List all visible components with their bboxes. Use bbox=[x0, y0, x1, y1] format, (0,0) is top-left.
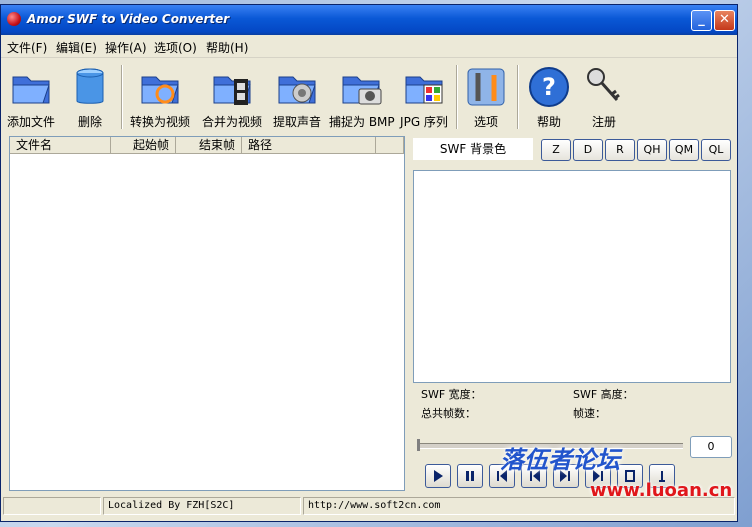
delete-button[interactable]: 删除 bbox=[65, 59, 115, 135]
folder-convert-icon bbox=[141, 76, 179, 104]
frame-counter: 0 bbox=[690, 436, 732, 458]
folder-film-icon bbox=[213, 76, 251, 105]
column-header-start-frame[interactable]: 起始帧 bbox=[111, 137, 176, 154]
options-label: 选项 bbox=[473, 115, 498, 129]
quality-r-button[interactable]: R bbox=[605, 139, 635, 161]
merge-video-label: 合并为视频 bbox=[201, 115, 262, 129]
close-button[interactable]: ✕ bbox=[714, 10, 735, 31]
total-frames-label: 总共帧数： bbox=[421, 407, 476, 420]
key-icon bbox=[587, 68, 620, 101]
merge-video-button[interactable]: 合并为视频 bbox=[199, 59, 265, 135]
capture-bmp-button[interactable]: 捕捉为 BMP bbox=[329, 59, 395, 135]
extract-audio-button[interactable]: 提取声音 bbox=[269, 59, 325, 135]
watermark-url: www.luoan.cn bbox=[590, 480, 733, 501]
quality-qh-button[interactable]: QH bbox=[637, 139, 667, 161]
help-label: 帮助 bbox=[536, 115, 561, 129]
menu-help[interactable]: 帮助(H) bbox=[206, 39, 248, 56]
options-button[interactable]: 选项 bbox=[461, 59, 511, 135]
convert-video-button[interactable]: 转换为视频 bbox=[127, 59, 193, 135]
folder-speaker-icon bbox=[278, 76, 316, 104]
frame-slider-thumb[interactable] bbox=[417, 439, 420, 451]
frame-rate-label: 帧速： bbox=[573, 407, 606, 420]
quality-d-button[interactable]: D bbox=[573, 139, 603, 161]
pause-icon bbox=[466, 471, 474, 481]
watermark-text: 落伍者论坛 bbox=[500, 446, 620, 474]
convert-video-label: 转换为视频 bbox=[129, 115, 190, 129]
folder-camera-icon bbox=[342, 76, 382, 105]
status-localized: Localized By FZH[S2C] bbox=[103, 497, 301, 515]
quality-ql-button[interactable]: QL bbox=[701, 139, 731, 161]
menu-file[interactable]: 文件(F) bbox=[7, 39, 47, 56]
swf-width-label: SWF 宽度： bbox=[421, 388, 482, 401]
swf-bg-color-button[interactable]: SWF 背景色 bbox=[413, 138, 533, 160]
minimize-button[interactable]: _ bbox=[691, 10, 712, 31]
menu-options[interactable]: 选项(O) bbox=[154, 39, 197, 56]
play-button[interactable] bbox=[425, 464, 451, 488]
register-label: 注册 bbox=[591, 115, 616, 129]
toolbar-separator bbox=[517, 65, 519, 129]
menu-bar: 文件(F) 编辑(E) 操作(A) 选项(O) 帮助(H) bbox=[1, 35, 737, 58]
window-title: Amor SWF to Video Converter bbox=[27, 12, 230, 26]
status-panel-empty bbox=[3, 497, 101, 515]
column-header-end-frame[interactable]: 结束帧 bbox=[176, 137, 242, 154]
preview-controls: SWF 背景色 Z D R QH QM QL bbox=[413, 138, 735, 164]
svg-text:?: ? bbox=[542, 73, 556, 101]
jpg-sequence-button[interactable]: JPG 序列 bbox=[397, 59, 451, 135]
column-header-filename[interactable]: 文件名 bbox=[10, 137, 111, 154]
delete-label: 删除 bbox=[77, 115, 102, 129]
tools-icon bbox=[467, 68, 505, 106]
extract-audio-label: 提取声音 bbox=[272, 115, 321, 129]
column-header-path[interactable]: 路径 bbox=[242, 137, 376, 154]
play-icon bbox=[434, 470, 443, 482]
add-file-label: 添加文件 bbox=[6, 115, 55, 129]
swf-height-label: SWF 高度： bbox=[573, 388, 634, 401]
help-question-icon: ? bbox=[529, 67, 569, 107]
pause-button[interactable] bbox=[457, 464, 483, 488]
add-file-button[interactable]: 添加文件 bbox=[3, 59, 59, 135]
capture-bmp-label: 捕捉为 BMP bbox=[329, 115, 395, 129]
app-window: Amor SWF to Video Converter _ ✕ 文件(F) 编辑… bbox=[0, 4, 738, 522]
file-list[interactable]: 文件名 起始帧 结束帧 路径 bbox=[9, 136, 405, 491]
toolbar-separator bbox=[121, 65, 123, 129]
jpg-sequence-label: JPG 序列 bbox=[400, 115, 448, 129]
folder-open-icon bbox=[12, 76, 50, 104]
column-header-empty bbox=[376, 137, 404, 154]
folder-image-grid-icon bbox=[405, 76, 443, 104]
title-bar[interactable]: Amor SWF to Video Converter _ ✕ bbox=[1, 5, 737, 35]
toolbar: 添加文件 删除 转换为视频 合并为视频 提取声音 捕捉为 BMP JPG 序列 … bbox=[1, 59, 737, 135]
quality-z-button[interactable]: Z bbox=[541, 139, 571, 161]
menu-action[interactable]: 操作(A) bbox=[105, 39, 147, 56]
swf-preview-area bbox=[413, 170, 731, 383]
quality-qm-button[interactable]: QM bbox=[669, 139, 699, 161]
register-button[interactable]: 注册 bbox=[579, 59, 629, 135]
trash-bin-icon bbox=[76, 68, 104, 104]
menu-edit[interactable]: 编辑(E) bbox=[56, 39, 97, 56]
help-button[interactable]: ? 帮助 bbox=[523, 59, 575, 135]
app-icon[interactable] bbox=[7, 12, 21, 26]
desktop-edge bbox=[738, 40, 752, 480]
toolbar-separator bbox=[456, 65, 458, 129]
